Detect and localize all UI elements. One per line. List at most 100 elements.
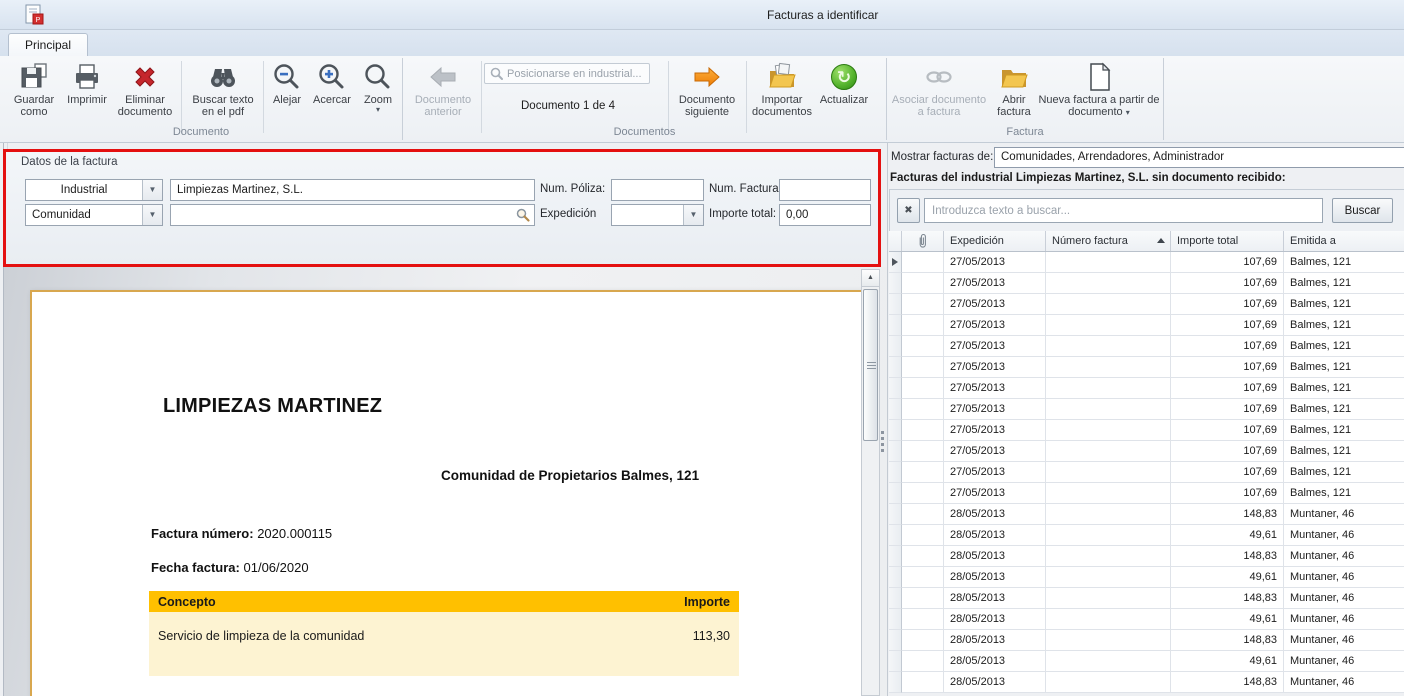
table-row[interactable]: 27/05/2013 107,69 Balmes, 121	[889, 273, 1404, 294]
row-selector-cell[interactable]	[889, 483, 902, 504]
table-row[interactable]: 28/05/2013 148,83 Muntaner, 46	[889, 504, 1404, 525]
emitida-a-cell: Muntaner, 46	[1284, 630, 1404, 651]
binoculars-icon	[185, 58, 261, 94]
row-selector-cell[interactable]	[889, 630, 902, 651]
table-row[interactable]: 28/05/2013 49,61 Muntaner, 46	[889, 651, 1404, 672]
table-row[interactable]: 27/05/2013 107,69 Balmes, 121	[889, 399, 1404, 420]
documento-siguiente-button[interactable]: Documento siguiente	[672, 58, 742, 118]
tab-principal[interactable]: Principal	[8, 33, 88, 57]
row-selector-cell[interactable]	[889, 525, 902, 546]
industrial-name-field[interactable]	[170, 179, 535, 201]
num-poliza-label: Num. Póliza:	[540, 183, 605, 195]
table-row[interactable]: 28/05/2013 49,61 Muntaner, 46	[889, 525, 1404, 546]
expedicion-column-header[interactable]: Expedición	[944, 231, 1046, 251]
row-selector-cell[interactable]	[889, 609, 902, 630]
table-row[interactable]: 27/05/2013 107,69 Balmes, 121	[889, 483, 1404, 504]
clear-search-button[interactable]: ✖	[897, 198, 920, 223]
asociar-documento-button[interactable]: Asociar documento a factura	[890, 58, 988, 118]
chevron-down-icon[interactable]: ▼	[142, 180, 162, 200]
table-row[interactable]: 27/05/2013 107,69 Balmes, 121	[889, 252, 1404, 273]
row-selector-cell[interactable]	[889, 504, 902, 525]
table-row[interactable]: 27/05/2013 107,69 Balmes, 121	[889, 441, 1404, 462]
posicionarse-search-input[interactable]	[507, 68, 645, 80]
zoom-button[interactable]: Zoom ▾	[356, 58, 400, 114]
eliminar-documento-button[interactable]: Eliminar documento	[112, 58, 178, 118]
importe-total-field[interactable]	[779, 204, 871, 226]
row-selector-cell[interactable]	[889, 588, 902, 609]
table-row[interactable]: 27/05/2013 107,69 Balmes, 121	[889, 336, 1404, 357]
table-row[interactable]: 28/05/2013 49,61 Muntaner, 46	[889, 609, 1404, 630]
chevron-down-icon[interactable]: ▼	[683, 205, 703, 225]
invoice-addressee: Comunidad de Propietarios Balmes, 121	[441, 468, 699, 483]
expedicion-selector[interactable]: ▼	[611, 204, 704, 226]
table-row[interactable]: 28/05/2013 148,83 Muntaner, 46	[889, 672, 1404, 693]
row-selector-cell[interactable]	[889, 294, 902, 315]
guardar-como-button[interactable]: Guardar como	[6, 58, 62, 118]
emitida-a-cell: Balmes, 121	[1284, 420, 1404, 441]
comunidad-selector[interactable]: Comunidad ▼	[25, 204, 163, 226]
numero-factura-cell	[1046, 441, 1171, 462]
numero-factura-column-header[interactable]: Número factura	[1046, 231, 1171, 251]
numero-factura-cell	[1046, 315, 1171, 336]
num-poliza-field[interactable]	[611, 179, 704, 201]
row-selector-cell[interactable]	[889, 462, 902, 483]
table-row[interactable]: 28/05/2013 49,61 Muntaner, 46	[889, 567, 1404, 588]
row-selector-cell[interactable]	[889, 357, 902, 378]
grid-search-input[interactable]	[925, 199, 1322, 222]
comunidad-search-input[interactable]	[171, 209, 515, 221]
mostrar-facturas-field[interactable]: Comunidades, Arrendadores, Administrador	[994, 147, 1404, 168]
row-selector-cell[interactable]	[889, 378, 902, 399]
acercar-button[interactable]: Acercar	[308, 58, 356, 106]
emitida-a-column-header[interactable]: Emitida a	[1284, 231, 1404, 251]
table-row[interactable]: 27/05/2013 107,69 Balmes, 121	[889, 357, 1404, 378]
abrir-factura-button[interactable]: Abrir factura	[992, 58, 1036, 118]
document-scrollbar[interactable]: ▲	[861, 269, 880, 696]
importar-documentos-button[interactable]: Importar documentos	[751, 58, 813, 118]
table-row[interactable]: 28/05/2013 148,83 Muntaner, 46	[889, 546, 1404, 567]
table-row[interactable]: 27/05/2013 107,69 Balmes, 121	[889, 294, 1404, 315]
panel-splitter[interactable]	[881, 431, 884, 455]
documento-anterior-button[interactable]: Documento anterior	[408, 58, 478, 118]
row-selector-cell[interactable]	[889, 252, 902, 273]
search-icon[interactable]	[515, 207, 531, 223]
chevron-down-icon[interactable]: ▼	[142, 205, 162, 225]
industrial-selector[interactable]: Industrial ▼	[25, 179, 163, 201]
table-row[interactable]: 27/05/2013 107,69 Balmes, 121	[889, 462, 1404, 483]
comunidad-search-field[interactable]	[170, 204, 535, 226]
num-factura-field[interactable]	[779, 179, 871, 201]
importe-cell: 113,30	[693, 629, 730, 643]
imprimir-button[interactable]: Imprimir	[62, 58, 112, 106]
expedicion-cell: 27/05/2013	[944, 294, 1046, 315]
actualizar-button[interactable]: ↻ Actualizar	[813, 58, 875, 106]
row-selector-cell[interactable]	[889, 651, 902, 672]
table-row[interactable]: 28/05/2013 148,83 Muntaner, 46	[889, 588, 1404, 609]
alejar-button[interactable]: Alejar	[266, 58, 308, 106]
attachment-cell	[902, 609, 944, 630]
attachment-column-header[interactable]	[902, 231, 944, 251]
invoice-number-label: Factura número:	[151, 526, 254, 541]
grid-search-box[interactable]	[924, 198, 1323, 223]
row-selector-cell[interactable]	[889, 336, 902, 357]
row-selector-cell[interactable]	[889, 399, 902, 420]
nueva-factura-button[interactable]: Nueva factura a partir de documento ▾	[1038, 58, 1160, 118]
importe-total-cell: 148,83	[1171, 504, 1284, 525]
row-selector-cell[interactable]	[889, 315, 902, 336]
buscar-button[interactable]: Buscar	[1332, 198, 1393, 223]
table-row[interactable]: 28/05/2013 148,83 Muntaner, 46	[889, 630, 1404, 651]
row-selector-cell[interactable]	[889, 420, 902, 441]
row-selector-cell[interactable]	[889, 273, 902, 294]
importe-total-column-header[interactable]: Importe total	[1171, 231, 1284, 251]
scroll-up-icon[interactable]: ▲	[862, 270, 879, 287]
table-row[interactable]: 27/05/2013 107,69 Balmes, 121	[889, 420, 1404, 441]
scrollbar-thumb[interactable]	[863, 289, 878, 441]
table-row[interactable]: 27/05/2013 107,69 Balmes, 121	[889, 315, 1404, 336]
row-selector-cell[interactable]	[889, 567, 902, 588]
row-selector-cell[interactable]	[889, 546, 902, 567]
posicionarse-search-box[interactable]	[484, 63, 650, 84]
row-selector-cell[interactable]	[889, 672, 902, 693]
importe-total-cell: 49,61	[1171, 609, 1284, 630]
buscar-texto-button[interactable]: Buscar texto en el pdf	[185, 58, 261, 118]
table-row[interactable]: 27/05/2013 107,69 Balmes, 121	[889, 378, 1404, 399]
pdf-page: LIMPIEZAS MARTINEZ Comunidad de Propieta…	[30, 290, 867, 696]
row-selector-cell[interactable]	[889, 441, 902, 462]
